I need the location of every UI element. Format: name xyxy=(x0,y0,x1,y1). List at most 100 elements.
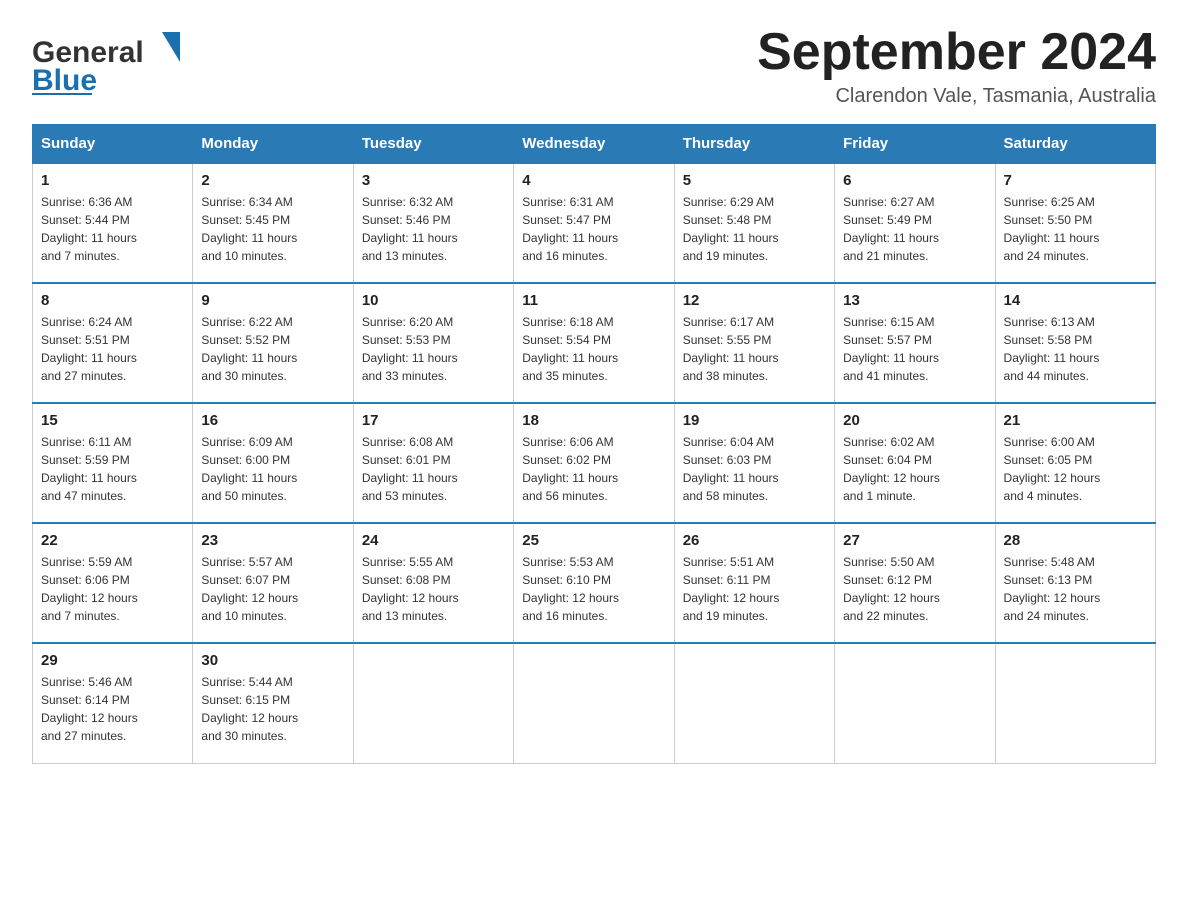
day-cell: 19 Sunrise: 6:04 AMSunset: 6:03 PMDayligh… xyxy=(674,403,834,523)
day-number: 9 xyxy=(201,292,344,309)
day-cell: 30 Sunrise: 5:44 AMSunset: 6:15 PMDayligh… xyxy=(193,643,353,763)
day-cell: 16 Sunrise: 6:09 AMSunset: 6:00 PMDayligh… xyxy=(193,403,353,523)
week-row-3: 15 Sunrise: 6:11 AMSunset: 5:59 PMDayligh… xyxy=(33,403,1156,523)
weekday-header-thursday: Thursday xyxy=(674,125,834,164)
day-cell: 20 Sunrise: 6:02 AMSunset: 6:04 PMDayligh… xyxy=(835,403,995,523)
day-info: Sunrise: 6:00 AMSunset: 6:05 PMDaylight:… xyxy=(1004,433,1147,505)
logo-svg: General Blue xyxy=(32,24,192,96)
day-info: Sunrise: 6:32 AMSunset: 5:46 PMDaylight:… xyxy=(362,193,505,265)
page-header: General Blue September 2024 Clarendon Va… xyxy=(32,24,1156,108)
day-info: Sunrise: 6:24 AMSunset: 5:51 PMDaylight:… xyxy=(41,313,184,385)
day-cell: 21 Sunrise: 6:00 AMSunset: 6:05 PMDayligh… xyxy=(995,403,1155,523)
day-info: Sunrise: 6:04 AMSunset: 6:03 PMDaylight:… xyxy=(683,433,826,505)
day-info: Sunrise: 6:13 AMSunset: 5:58 PMDaylight:… xyxy=(1004,313,1147,385)
day-number: 12 xyxy=(683,292,826,309)
day-cell: 1 Sunrise: 6:36 AMSunset: 5:44 PMDaylight… xyxy=(33,163,193,283)
day-number: 18 xyxy=(522,412,665,429)
day-number: 6 xyxy=(843,172,986,189)
month-title: September 2024 xyxy=(757,24,1156,81)
day-number: 28 xyxy=(1004,532,1147,549)
day-info: Sunrise: 6:25 AMSunset: 5:50 PMDaylight:… xyxy=(1004,193,1147,265)
day-info: Sunrise: 5:44 AMSunset: 6:15 PMDaylight:… xyxy=(201,673,344,745)
day-info: Sunrise: 6:20 AMSunset: 5:53 PMDaylight:… xyxy=(362,313,505,385)
day-number: 1 xyxy=(41,172,184,189)
day-info: Sunrise: 6:36 AMSunset: 5:44 PMDaylight:… xyxy=(41,193,184,265)
day-info: Sunrise: 6:34 AMSunset: 5:45 PMDaylight:… xyxy=(201,193,344,265)
day-info: Sunrise: 6:29 AMSunset: 5:48 PMDaylight:… xyxy=(683,193,826,265)
day-cell: 25Sunrise: 5:53 AMSunset: 6:10 PMDayligh… xyxy=(514,523,674,643)
weekday-header-saturday: Saturday xyxy=(995,125,1155,164)
day-number: 16 xyxy=(201,412,344,429)
day-cell: 8 Sunrise: 6:24 AMSunset: 5:51 PMDaylight… xyxy=(33,283,193,403)
day-info: Sunrise: 6:31 AMSunset: 5:47 PMDaylight:… xyxy=(522,193,665,265)
day-cell: 13 Sunrise: 6:15 AMSunset: 5:57 PMDayligh… xyxy=(835,283,995,403)
week-row-5: 29 Sunrise: 5:46 AMSunset: 6:14 PMDayligh… xyxy=(33,643,1156,763)
day-number: 17 xyxy=(362,412,505,429)
day-cell: 26Sunrise: 5:51 AMSunset: 6:11 PMDayligh… xyxy=(674,523,834,643)
day-cell: 17 Sunrise: 6:08 AMSunset: 6:01 PMDayligh… xyxy=(353,403,513,523)
week-row-1: 1 Sunrise: 6:36 AMSunset: 5:44 PMDaylight… xyxy=(33,163,1156,283)
logo: General Blue xyxy=(32,24,192,96)
weekday-header-row: SundayMondayTuesdayWednesdayThursdayFrid… xyxy=(33,125,1156,164)
day-cell: 29 Sunrise: 5:46 AMSunset: 6:14 PMDayligh… xyxy=(33,643,193,763)
day-cell: 27 Sunrise: 5:50 AMSunset: 6:12 PMDayligh… xyxy=(835,523,995,643)
day-info: Sunrise: 6:11 AMSunset: 5:59 PMDaylight:… xyxy=(41,433,184,505)
day-info: Sunrise: 6:18 AMSunset: 5:54 PMDaylight:… xyxy=(522,313,665,385)
day-info: Sunrise: 6:02 AMSunset: 6:04 PMDaylight:… xyxy=(843,433,986,505)
day-cell: 24Sunrise: 5:55 AMSunset: 6:08 PMDayligh… xyxy=(353,523,513,643)
day-info: Sunrise: 6:08 AMSunset: 6:01 PMDaylight:… xyxy=(362,433,505,505)
day-info: Sunrise: 5:51 AMSunset: 6:11 PMDaylight:… xyxy=(683,553,826,625)
day-number: 29 xyxy=(41,652,184,669)
day-info: Sunrise: 5:57 AMSunset: 6:07 PMDaylight:… xyxy=(201,553,344,625)
day-cell: 28 Sunrise: 5:48 AMSunset: 6:13 PMDayligh… xyxy=(995,523,1155,643)
day-number: 24 xyxy=(362,532,505,549)
day-number: 30 xyxy=(201,652,344,669)
weekday-header-wednesday: Wednesday xyxy=(514,125,674,164)
weekday-header-friday: Friday xyxy=(835,125,995,164)
weekday-header-monday: Monday xyxy=(193,125,353,164)
day-cell: 23 Sunrise: 5:57 AMSunset: 6:07 PMDayligh… xyxy=(193,523,353,643)
day-cell: 7Sunrise: 6:25 AMSunset: 5:50 PMDaylight… xyxy=(995,163,1155,283)
day-cell xyxy=(514,643,674,763)
day-info: Sunrise: 5:59 AMSunset: 6:06 PMDaylight:… xyxy=(41,553,184,625)
day-number: 5 xyxy=(683,172,826,189)
day-cell: 9Sunrise: 6:22 AMSunset: 5:52 PMDaylight… xyxy=(193,283,353,403)
day-number: 8 xyxy=(41,292,184,309)
day-cell xyxy=(995,643,1155,763)
day-number: 25 xyxy=(522,532,665,549)
day-info: Sunrise: 6:27 AMSunset: 5:49 PMDaylight:… xyxy=(843,193,986,265)
day-cell xyxy=(674,643,834,763)
day-number: 23 xyxy=(201,532,344,549)
day-number: 22 xyxy=(41,532,184,549)
day-number: 27 xyxy=(843,532,986,549)
day-info: Sunrise: 6:06 AMSunset: 6:02 PMDaylight:… xyxy=(522,433,665,505)
calendar-table: SundayMondayTuesdayWednesdayThursdayFrid… xyxy=(32,124,1156,764)
day-number: 2 xyxy=(201,172,344,189)
weekday-header-sunday: Sunday xyxy=(33,125,193,164)
day-cell: 4Sunrise: 6:31 AMSunset: 5:47 PMDaylight… xyxy=(514,163,674,283)
day-number: 19 xyxy=(683,412,826,429)
weekday-header-tuesday: Tuesday xyxy=(353,125,513,164)
week-row-4: 22 Sunrise: 5:59 AMSunset: 6:06 PMDayligh… xyxy=(33,523,1156,643)
day-info: Sunrise: 6:17 AMSunset: 5:55 PMDaylight:… xyxy=(683,313,826,385)
svg-text:Blue: Blue xyxy=(32,64,97,96)
day-number: 13 xyxy=(843,292,986,309)
day-info: Sunrise: 5:46 AMSunset: 6:14 PMDaylight:… xyxy=(41,673,184,745)
day-cell: 2 Sunrise: 6:34 AMSunset: 5:45 PMDaylight… xyxy=(193,163,353,283)
day-number: 21 xyxy=(1004,412,1147,429)
day-number: 20 xyxy=(843,412,986,429)
day-number: 15 xyxy=(41,412,184,429)
day-number: 11 xyxy=(522,292,665,309)
day-info: Sunrise: 5:48 AMSunset: 6:13 PMDaylight:… xyxy=(1004,553,1147,625)
day-number: 3 xyxy=(362,172,505,189)
day-cell: 3 Sunrise: 6:32 AMSunset: 5:46 PMDaylight… xyxy=(353,163,513,283)
day-cell: 18 Sunrise: 6:06 AMSunset: 6:02 PMDayligh… xyxy=(514,403,674,523)
day-cell xyxy=(835,643,995,763)
day-info: Sunrise: 6:15 AMSunset: 5:57 PMDaylight:… xyxy=(843,313,986,385)
day-info: Sunrise: 6:09 AMSunset: 6:00 PMDaylight:… xyxy=(201,433,344,505)
day-cell: 5 Sunrise: 6:29 AMSunset: 5:48 PMDaylight… xyxy=(674,163,834,283)
day-info: Sunrise: 5:50 AMSunset: 6:12 PMDaylight:… xyxy=(843,553,986,625)
day-cell: 10Sunrise: 6:20 AMSunset: 5:53 PMDayligh… xyxy=(353,283,513,403)
day-cell: 6 Sunrise: 6:27 AMSunset: 5:49 PMDaylight… xyxy=(835,163,995,283)
day-cell: 22 Sunrise: 5:59 AMSunset: 6:06 PMDayligh… xyxy=(33,523,193,643)
